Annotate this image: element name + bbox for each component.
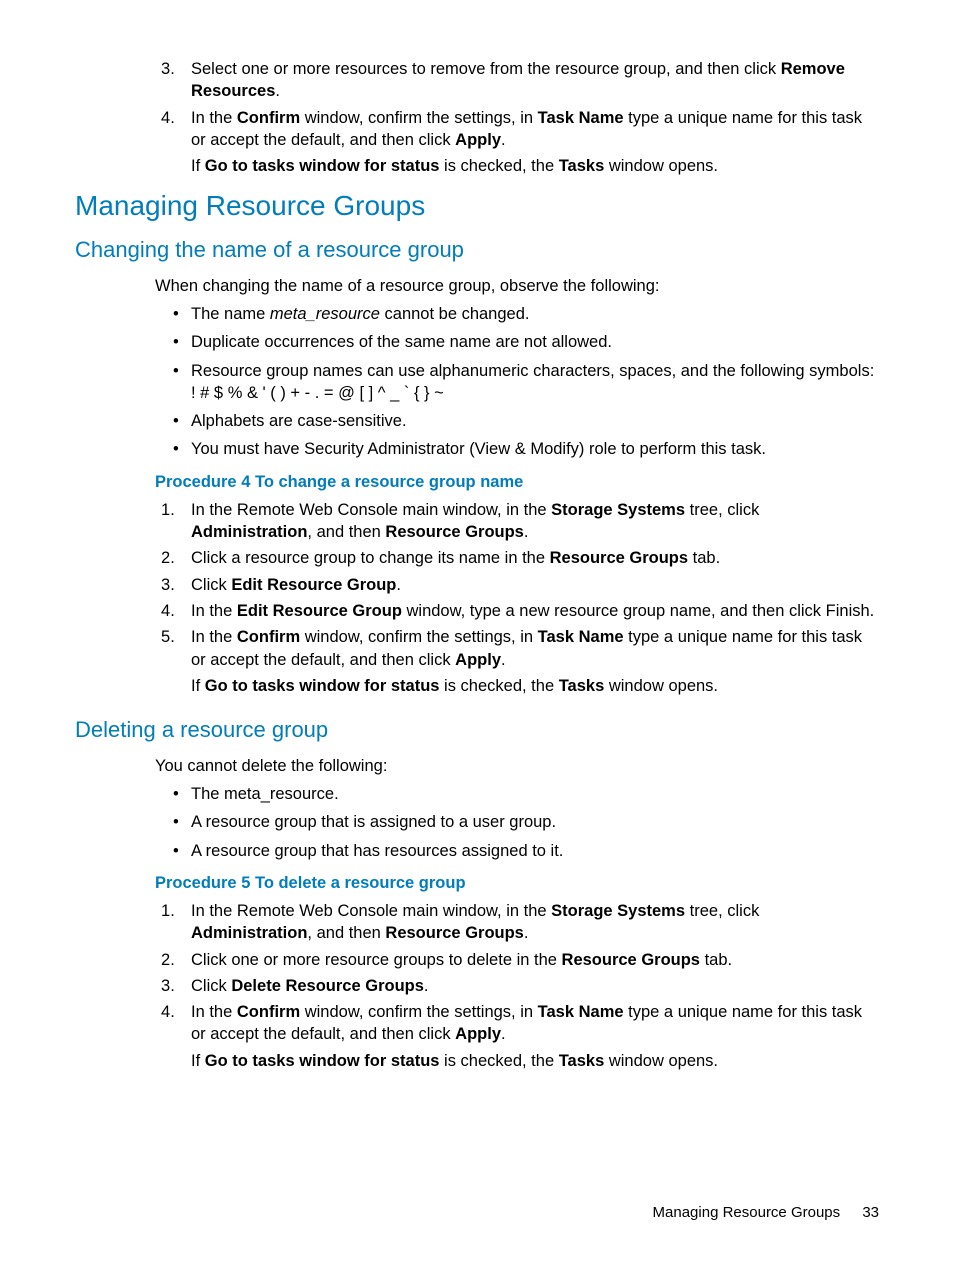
list-item: A resource group that is assigned to a u…: [173, 811, 879, 833]
list-item: The name meta_resource cannot be changed…: [173, 303, 879, 325]
step: Click one or more resource groups to del…: [155, 949, 879, 971]
step: Click Edit Resource Group.: [155, 574, 879, 596]
step-3: Select one or more resources to remove f…: [155, 58, 879, 103]
list-item: You must have Security Administrator (Vi…: [173, 438, 879, 460]
page-footer: Managing Resource Groups 33: [653, 1203, 879, 1223]
page-number: 33: [862, 1204, 879, 1221]
step-4: In the Confirm window, confirm the setti…: [155, 107, 879, 178]
step: Click Delete Resource Groups.: [155, 975, 879, 997]
list-item: A resource group that has resources assi…: [173, 840, 879, 862]
step: In the Remote Web Console main window, i…: [155, 900, 879, 945]
heading-deleting: Deleting a resource group: [75, 715, 879, 745]
procedure-5-steps: In the Remote Web Console main window, i…: [155, 900, 879, 1072]
changing-intro: When changing the name of a resource gro…: [155, 275, 879, 297]
list-item: Duplicate occurrences of the same name a…: [173, 331, 879, 353]
footer-section: Managing Resource Groups: [653, 1204, 841, 1221]
list-item: Resource group names can use alphanumeri…: [173, 360, 879, 405]
list-item: The meta_resource.: [173, 783, 879, 805]
step: In the Remote Web Console main window, i…: [155, 499, 879, 544]
list-item: Alphabets are case-sensitive.: [173, 410, 879, 432]
continued-ordered-list: Select one or more resources to remove f…: [155, 58, 879, 177]
deleting-notes-list: The meta_resource. A resource group that…: [155, 783, 879, 862]
procedure-4-title: Procedure 4 To change a resource group n…: [155, 471, 879, 493]
step: Click a resource group to change its nam…: [155, 547, 879, 569]
procedure-5-title: Procedure 5 To delete a resource group: [155, 872, 879, 894]
step: In the Edit Resource Group window, type …: [155, 600, 879, 622]
heading-changing-name: Changing the name of a resource group: [75, 235, 879, 265]
changing-notes-list: The name meta_resource cannot be changed…: [155, 303, 879, 461]
deleting-intro: You cannot delete the following:: [155, 755, 879, 777]
step: In the Confirm window, confirm the setti…: [155, 1001, 879, 1072]
step: In the Confirm window, confirm the setti…: [155, 626, 879, 697]
procedure-4-steps: In the Remote Web Console main window, i…: [155, 499, 879, 697]
heading-managing-resource-groups: Managing Resource Groups: [75, 187, 879, 225]
